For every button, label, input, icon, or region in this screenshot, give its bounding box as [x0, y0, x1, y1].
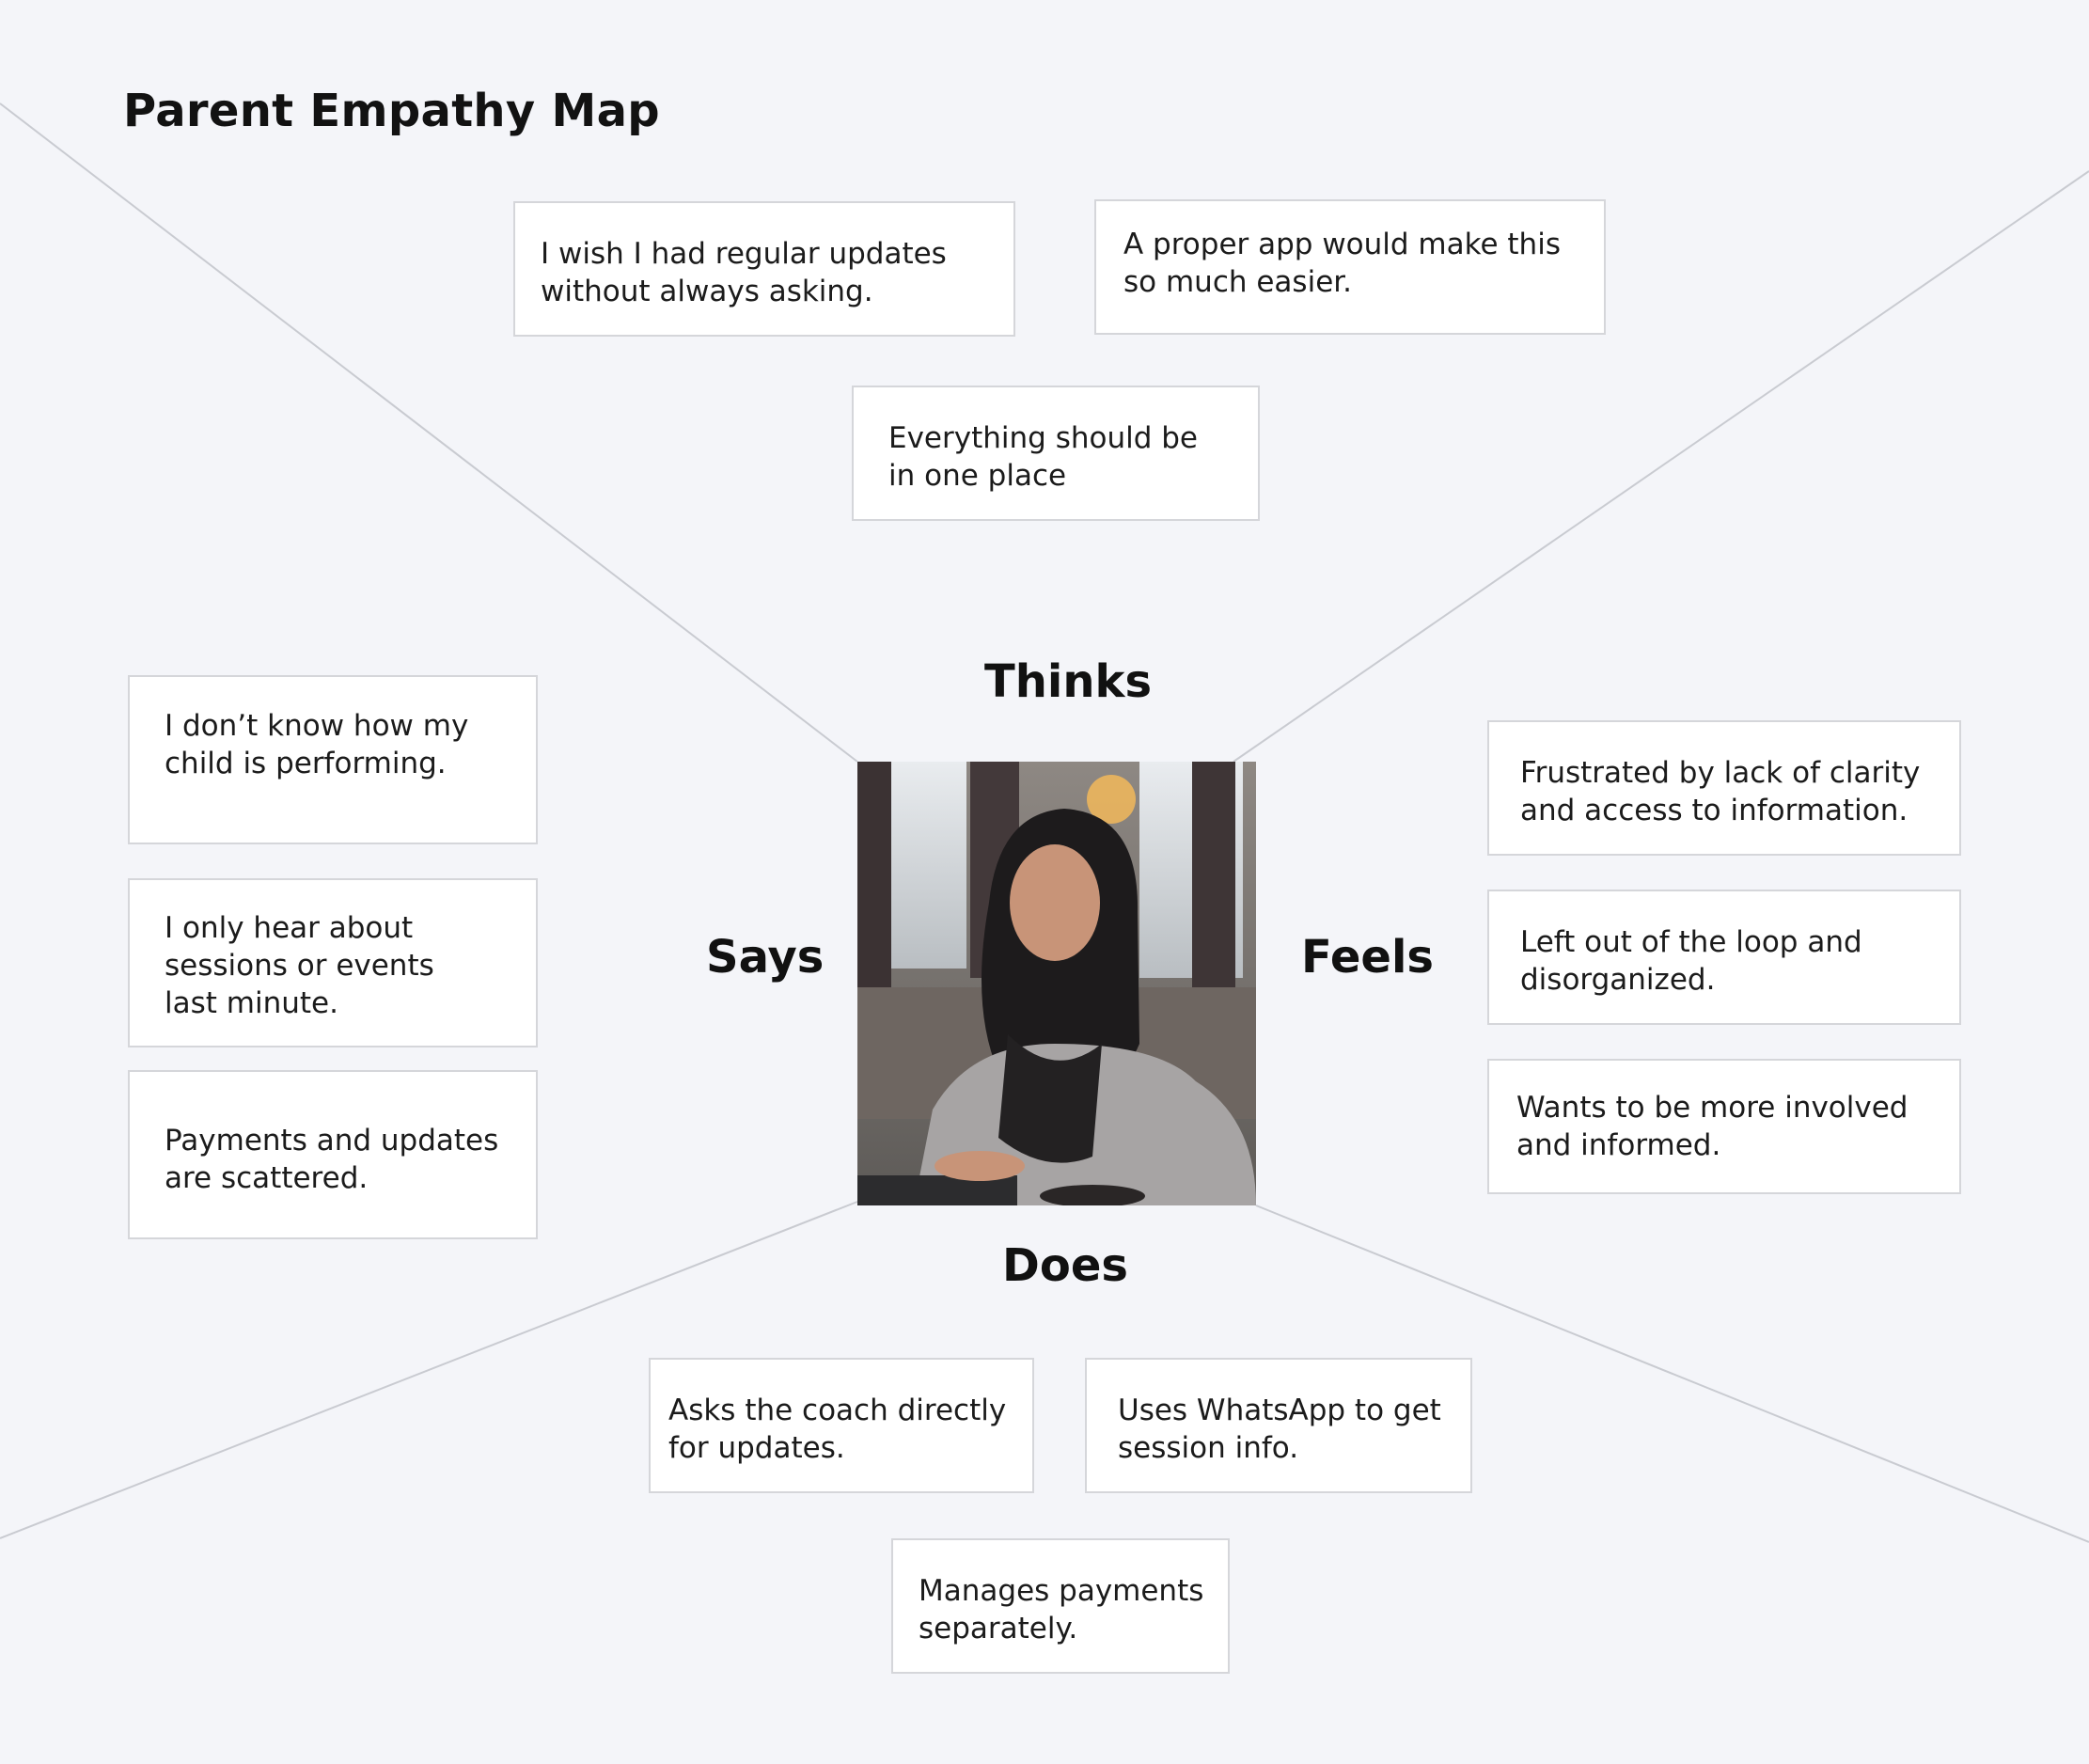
empathy-map-canvas: Parent Empathy Map I wish I had regular … [0, 0, 2089, 1764]
does-note-2: Uses WhatsApp to get session info. [1085, 1358, 1472, 1493]
says-note-2: I only hear about sessions or events las… [128, 878, 538, 1047]
thinks-note-3: Everything should be in one place [852, 386, 1260, 521]
does-label: Does [1002, 1239, 1128, 1292]
thinks-note-1: I wish I had regular updates without alw… [513, 201, 1015, 337]
page-title: Parent Empathy Map [123, 85, 660, 137]
hands [935, 1151, 1025, 1181]
says-label: Says [706, 931, 825, 984]
feels-note-3: Wants to be more involved and informed. [1487, 1059, 1961, 1194]
feels-label: Feels [1301, 931, 1434, 984]
face [1010, 844, 1100, 961]
persona-photo [857, 762, 1256, 1205]
curtain-right [1192, 762, 1235, 1006]
says-note-1: I don’t know how my child is performing. [128, 675, 538, 844]
feels-note-2: Left out of the loop and disorganized. [1487, 890, 1961, 1025]
thinks-label: Thinks [984, 655, 1153, 708]
thinks-note-2: A proper app would make this so much eas… [1094, 199, 1606, 335]
does-note-3: Manages payments separately. [891, 1538, 1230, 1674]
does-note-1: Asks the coach directly for updates. [649, 1358, 1034, 1493]
says-note-3: Payments and updates are scattered. [128, 1070, 538, 1239]
feels-note-1: Frustrated by lack of clarity and access… [1487, 720, 1961, 856]
